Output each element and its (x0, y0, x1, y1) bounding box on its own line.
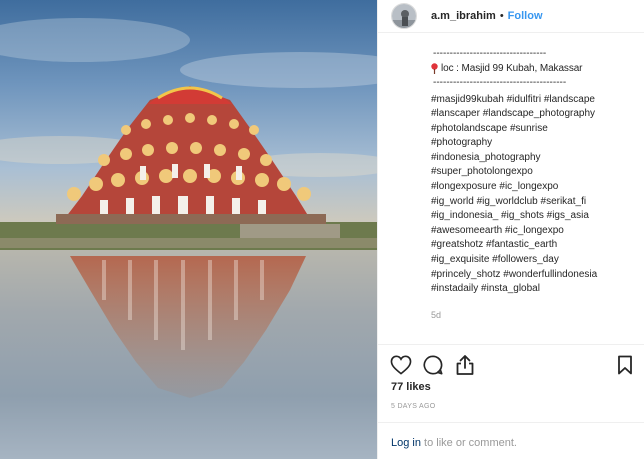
hashtag-line[interactable]: #greatshotz #fantastic_earth (431, 238, 639, 253)
avatar[interactable] (391, 3, 417, 29)
heart-icon (390, 355, 412, 375)
hashtag-line[interactable]: #instadaily #insta_global (431, 282, 639, 297)
hashtag-line[interactable]: #awesomeearth #ic_longexpo (431, 224, 639, 239)
post-timestamp: 5 DAYS AGO (391, 403, 436, 410)
location-text: loc : Masjid 99 Kubah, Makassar (441, 62, 583, 74)
comment-button[interactable] (421, 353, 445, 377)
hashtag-line[interactable]: #lanscaper #landscape_photography (431, 107, 639, 122)
hashtag-line[interactable]: #photolandscape #sunrise (431, 122, 639, 137)
hashtag-line[interactable]: #ig_indonesia_ #ig_shots #igs_asia (431, 209, 639, 224)
location-pin-icon (431, 63, 438, 75)
login-prompt: Log in to like or comment. (391, 437, 517, 449)
hashtag-line[interactable]: #indonesia_photography (431, 151, 639, 166)
caption-location: loc : Masjid 99 Kubah, Makassar (431, 62, 639, 77)
hashtag-line[interactable]: #super_photolongexpo (431, 165, 639, 180)
like-button[interactable] (389, 353, 413, 377)
save-button[interactable] (613, 353, 637, 377)
hashtag-line[interactable]: #princely_shotz #wonderfullindonesia (431, 268, 639, 283)
mosque-landscape-photo (0, 0, 377, 459)
caption-timestamp: 5d (431, 309, 442, 320)
hashtag-line[interactable]: #longexposure #ic_longexpo (431, 180, 639, 195)
hashtag-line[interactable]: #ig_exquisite #followers_day (431, 253, 639, 268)
divider (378, 422, 644, 423)
hashtag-list: #masjid99kubah #idulfitri #landscape #la… (431, 93, 639, 297)
caption-divider: ---------------------------------- (433, 48, 547, 59)
username[interactable]: a.m_ibrahim (431, 10, 496, 22)
hashtag-line[interactable]: #masjid99kubah #idulfitri #landscape (431, 93, 639, 108)
action-bar (389, 353, 637, 377)
like-count[interactable]: 77 likes (391, 381, 431, 393)
hashtag-line[interactable]: #photography (431, 136, 639, 151)
follow-button[interactable]: Follow (508, 10, 543, 22)
comment-icon (423, 355, 443, 375)
login-link[interactable]: Log in (391, 437, 421, 449)
profile-avatar-icon (392, 4, 416, 28)
post-photo[interactable] (0, 0, 377, 459)
divider (378, 344, 644, 345)
caption-divider: ---------------------------------------- (433, 77, 567, 88)
share-icon (456, 355, 474, 375)
caption: ---------------------------------- loc :… (378, 34, 644, 344)
bookmark-icon (618, 355, 632, 375)
share-button[interactable] (453, 353, 477, 377)
login-prompt-text: to like or comment. (420, 437, 517, 449)
separator-dot: • (499, 10, 504, 22)
post-header: a.m_ibrahim • Follow (378, 0, 644, 33)
post-sidebar: a.m_ibrahim • Follow -------------------… (377, 0, 644, 459)
hashtag-line[interactable]: #ig_world #ig_worldclub #serikat_fi (431, 195, 639, 210)
